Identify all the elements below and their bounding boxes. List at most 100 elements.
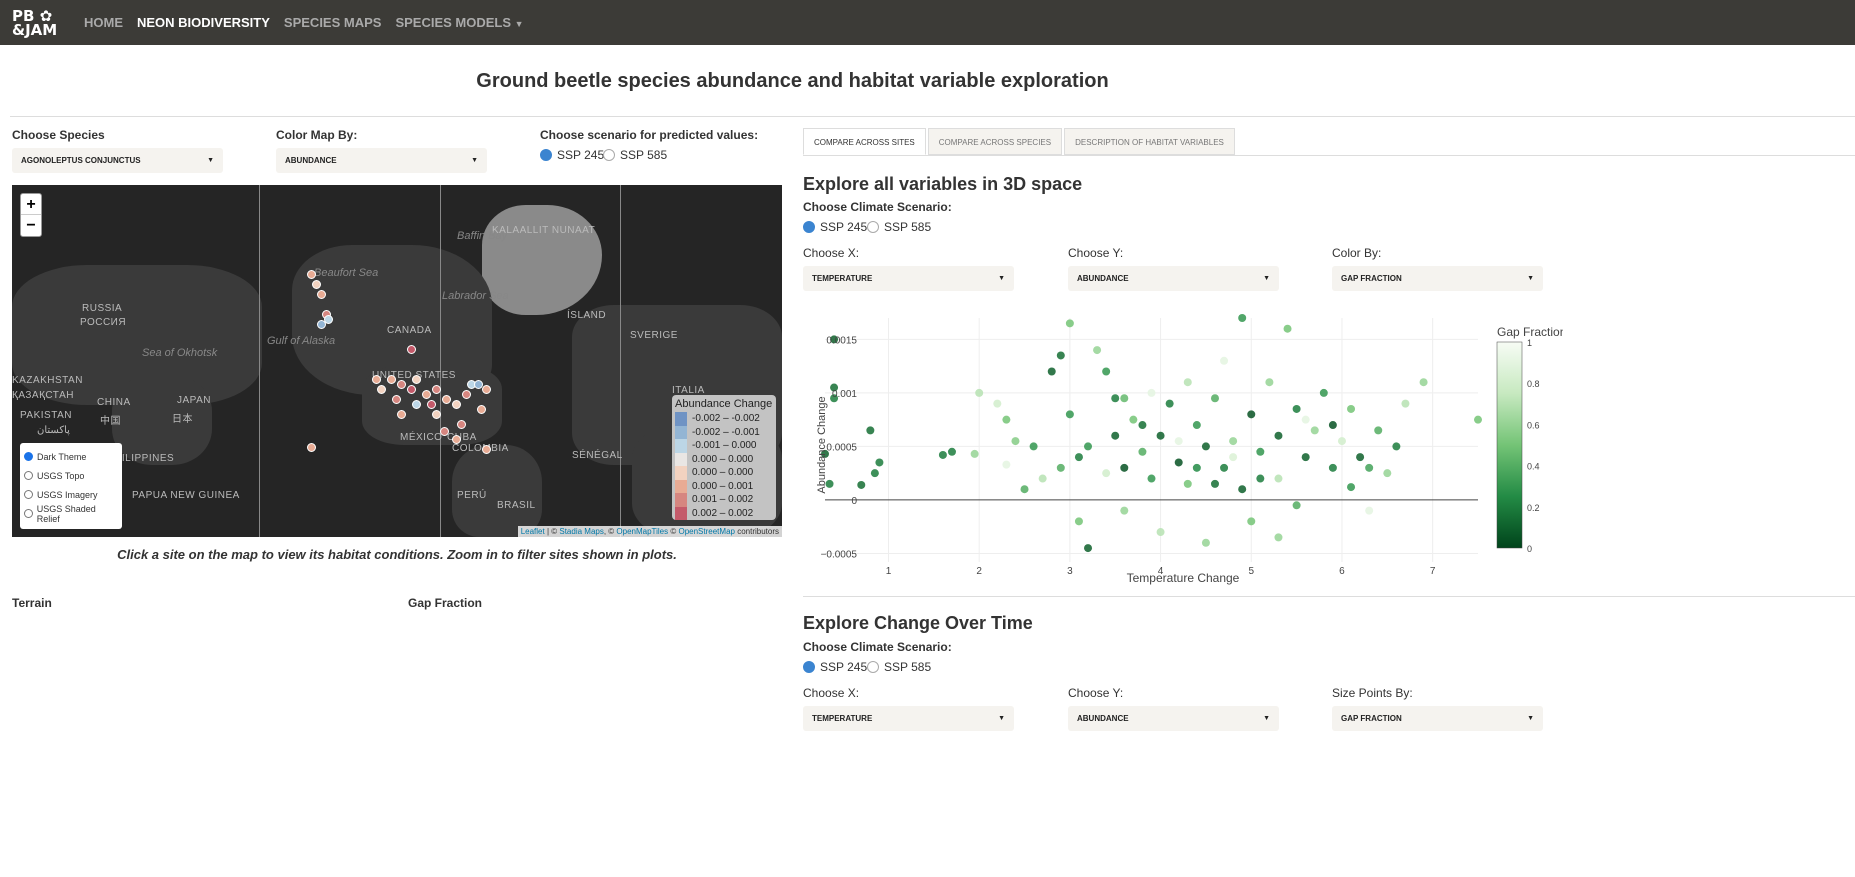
scatter-point[interactable]	[1310, 426, 1319, 435]
scatter-point[interactable]	[1210, 394, 1219, 403]
scatter-point[interactable]	[1120, 463, 1129, 472]
site-marker[interactable]	[477, 405, 486, 414]
y-select-2[interactable]: ABUNDANCE ▼	[1068, 706, 1279, 731]
scatter-point[interactable]	[1247, 410, 1256, 419]
basemap-dark-theme[interactable]: Dark Theme	[24, 447, 118, 466]
scatter-point[interactable]	[1347, 404, 1356, 413]
scatter-point[interactable]	[1220, 463, 1229, 472]
site-marker[interactable]	[412, 400, 421, 409]
scatter-point[interactable]	[1192, 463, 1201, 472]
scatter-point[interactable]	[1065, 319, 1074, 328]
scatter-point[interactable]	[1319, 388, 1328, 397]
scatter-point[interactable]	[1328, 421, 1337, 430]
scatter-point[interactable]	[1065, 410, 1074, 419]
scatter-point[interactable]	[1292, 404, 1301, 413]
scatter-point[interactable]	[1247, 517, 1256, 526]
radio-selected[interactable]	[540, 149, 552, 161]
scatter-point[interactable]	[1056, 351, 1065, 360]
x-select-2[interactable]: TEMPERATURE ▼	[803, 706, 1014, 731]
scatter-point[interactable]	[1102, 367, 1111, 376]
scatter-point[interactable]	[1102, 469, 1111, 478]
basemap-usgs-shaded-relief[interactable]: USGS Shaded Relief	[24, 504, 118, 524]
radio-unselected[interactable]	[24, 471, 33, 480]
tab-description-habitat-variables[interactable]: DESCRIPTION OF HABITAT VARIABLES	[1064, 128, 1235, 155]
tab-compare-across-species[interactable]: COMPARE ACROSS SPECIES	[927, 128, 1063, 155]
radio-selected[interactable]	[24, 452, 33, 461]
openmaptiles-link[interactable]: OpenMapTiles	[616, 527, 668, 536]
scatter-point[interactable]	[1129, 415, 1138, 424]
scatter-point[interactable]	[1147, 388, 1156, 397]
scatter-point[interactable]	[1301, 415, 1310, 424]
scatter-point[interactable]	[1002, 415, 1011, 424]
scatter-point[interactable]	[1074, 517, 1083, 526]
scatter-point[interactable]	[1084, 544, 1093, 553]
scatter-point[interactable]	[1274, 431, 1283, 440]
scatter-point[interactable]	[1074, 453, 1083, 462]
site-marker[interactable]	[442, 395, 451, 404]
scatter-point[interactable]	[1120, 506, 1129, 515]
scatter-point[interactable]	[1419, 378, 1428, 387]
scatter-point[interactable]	[1374, 426, 1383, 435]
scatter-point[interactable]	[1029, 442, 1038, 451]
scatter-point[interactable]	[1084, 442, 1093, 451]
color-map-select[interactable]: ABUNDANCE ▼	[276, 148, 487, 173]
scatter-point[interactable]	[1392, 442, 1401, 451]
scatter-point[interactable]	[993, 399, 1002, 408]
nav-species-models[interactable]: SPECIES MODELS ▼	[395, 15, 523, 30]
site-marker[interactable]	[377, 385, 386, 394]
site-marker[interactable]	[407, 385, 416, 394]
scatter-point[interactable]	[1093, 346, 1102, 355]
scatter-point[interactable]	[1174, 458, 1183, 467]
site-marker[interactable]	[432, 410, 441, 419]
scatter-point[interactable]	[1401, 399, 1410, 408]
scatter-point[interactable]	[1474, 415, 1482, 424]
scatter-point[interactable]	[1365, 506, 1374, 515]
nav-home[interactable]: HOME	[84, 15, 123, 30]
map[interactable]: KALAALLIT NUNAAT Beaufort Sea Baffin Bay ÍS…	[12, 185, 782, 537]
radio-selected[interactable]	[803, 661, 815, 673]
site-marker[interactable]	[452, 400, 461, 409]
scatter-point[interactable]	[1210, 479, 1219, 488]
scatter-point[interactable]	[1020, 485, 1029, 494]
scatter-point[interactable]	[1156, 431, 1165, 440]
tab-compare-across-sites[interactable]: COMPARE ACROSS SITES	[803, 128, 926, 155]
site-marker[interactable]	[387, 375, 396, 384]
scatter-point[interactable]	[947, 447, 956, 456]
scatter-point[interactable]	[1347, 483, 1356, 492]
scenario-radio-ssp245[interactable]: SSP 245	[540, 148, 604, 162]
scatter-point[interactable]	[1274, 533, 1283, 542]
scatter-point[interactable]	[1120, 394, 1129, 403]
site-marker[interactable]	[427, 400, 436, 409]
scatter-point[interactable]	[1056, 463, 1065, 472]
zoom-out-button[interactable]: −	[21, 215, 41, 236]
leaflet-link[interactable]: Leaflet	[521, 527, 545, 536]
site-marker[interactable]	[317, 320, 326, 329]
site-marker[interactable]	[422, 390, 431, 399]
x-select[interactable]: TEMPERATURE ▼	[803, 266, 1014, 291]
site-marker[interactable]	[307, 270, 316, 279]
site-marker[interactable]	[307, 443, 316, 452]
size-by-select[interactable]: GAP FRACTION ▼	[1332, 706, 1543, 731]
scatter-point[interactable]	[1192, 421, 1201, 430]
site-marker[interactable]	[482, 445, 491, 454]
scatter-point[interactable]	[857, 480, 866, 489]
scatter-point[interactable]	[1229, 453, 1238, 462]
s1-radio-ssp245[interactable]: SSP 245	[803, 220, 867, 234]
site-marker[interactable]	[412, 375, 421, 384]
scatter-point[interactable]	[1174, 437, 1183, 446]
scatter-point[interactable]	[1047, 367, 1056, 376]
scatter-point[interactable]	[1238, 485, 1247, 494]
site-marker[interactable]	[452, 435, 461, 444]
radio-unselected[interactable]	[603, 149, 615, 161]
scatter-point[interactable]	[1138, 447, 1147, 456]
scatter-point[interactable]	[1111, 431, 1120, 440]
scatter-point[interactable]	[1229, 437, 1238, 446]
scatter-point[interactable]	[975, 388, 984, 397]
nav-species-maps[interactable]: SPECIES MAPS	[284, 15, 382, 30]
radio-unselected[interactable]	[24, 509, 33, 518]
scatter-point[interactable]	[1201, 442, 1210, 451]
scatter-point[interactable]	[1292, 501, 1301, 510]
scatter-point[interactable]	[1002, 460, 1011, 469]
scatter-point[interactable]	[875, 458, 884, 467]
radio-selected[interactable]	[803, 221, 815, 233]
